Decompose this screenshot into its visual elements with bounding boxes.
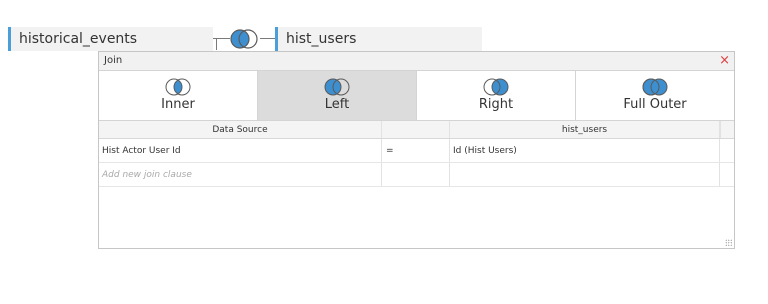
full-outer-join-icon <box>642 78 668 96</box>
add-join-clause-input[interactable]: Add new join clause <box>99 163 382 186</box>
join-type-inner[interactable]: Inner <box>99 71 258 120</box>
left-table-tile[interactable]: historical_events <box>8 27 213 51</box>
right-join-icon <box>483 78 509 96</box>
header-data-source: Data Source <box>99 121 382 138</box>
inner-join-icon <box>165 78 191 96</box>
right-table-tile[interactable]: hist_users <box>275 27 482 51</box>
header-right-table: hist_users <box>450 121 720 138</box>
row-spacer <box>720 163 734 186</box>
operator-cell[interactable]: = <box>382 139 450 162</box>
join-type-label: Right <box>478 97 514 112</box>
join-type-label: Full Outer <box>623 97 687 112</box>
table-header-row: Data Source hist_users <box>99 121 734 139</box>
left-field-cell[interactable]: Hist Actor User Id <box>99 139 382 162</box>
left-join-link-icon[interactable] <box>228 28 260 50</box>
close-icon[interactable]: × <box>719 52 730 70</box>
join-type-label: Inner <box>161 97 195 112</box>
join-type-label: Left <box>324 97 350 112</box>
connector-line <box>260 38 275 39</box>
join-type-selector: Inner Left Right Full Outer <box>99 71 734 121</box>
left-join-icon <box>324 78 350 96</box>
dialog-titlebar: Join × <box>99 52 734 71</box>
empty-cell <box>450 163 720 186</box>
dialog-title: Join <box>104 55 123 66</box>
header-operator <box>382 121 450 138</box>
join-clause-row[interactable]: Hist Actor User Id = Id (Hist Users) <box>99 139 734 163</box>
header-spacer <box>720 121 734 138</box>
add-clause-row[interactable]: Add new join clause <box>99 163 734 187</box>
right-field-cell[interactable]: Id (Hist Users) <box>450 139 720 162</box>
join-dialog: Join × Inner Left Right Full Outer Data … <box>98 51 735 249</box>
join-type-full-outer[interactable]: Full Outer <box>576 71 734 120</box>
row-spacer <box>720 139 734 162</box>
empty-cell <box>382 163 450 186</box>
resize-grip-icon[interactable] <box>725 239 732 246</box>
join-type-right[interactable]: Right <box>417 71 576 120</box>
left-table-name: historical_events <box>19 31 138 47</box>
join-clause-table: Data Source hist_users Hist Actor User I… <box>99 121 734 187</box>
connector-line <box>216 38 217 50</box>
right-table-name: hist_users <box>286 31 357 47</box>
join-type-left[interactable]: Left <box>258 71 417 120</box>
